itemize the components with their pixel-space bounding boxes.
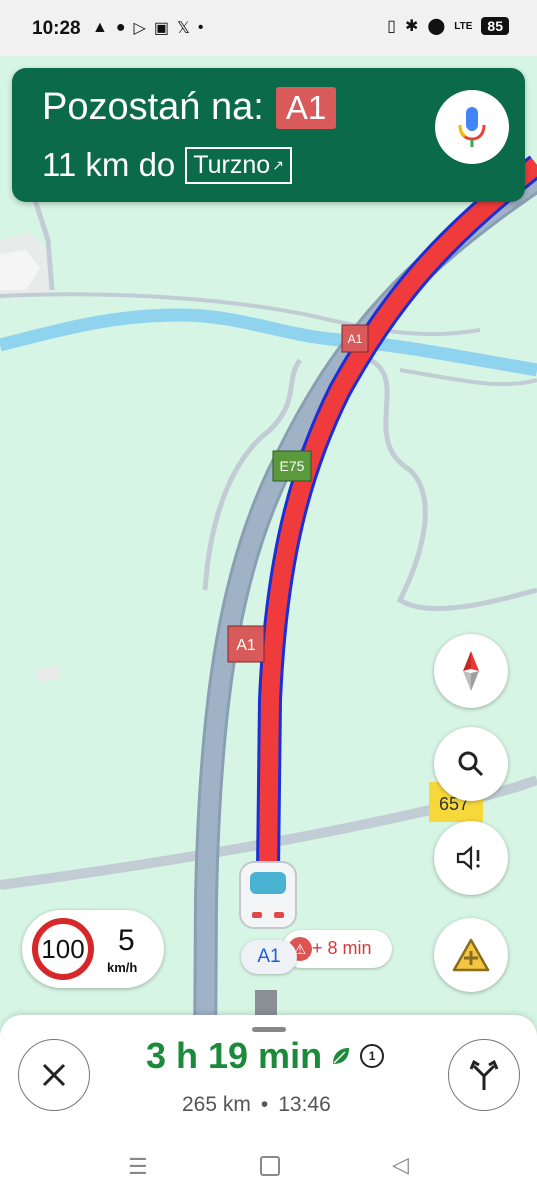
microphone-icon xyxy=(458,107,486,147)
speed-unit: km/h xyxy=(107,960,138,975)
drag-handle[interactable] xyxy=(252,1027,286,1032)
traffic-delay-chip[interactable]: ⚠ + 8 min xyxy=(282,930,392,968)
speed-limit-value: 100 xyxy=(41,933,85,964)
system-icons: ▯ ✱ ⬤ LTE 85 xyxy=(387,16,509,36)
lte-signal-icon: LTE xyxy=(454,20,473,32)
destination-sign: Turzno ↗ xyxy=(185,146,292,184)
arrival-time: 13:46 xyxy=(278,1093,331,1116)
radio-icon: ▣ xyxy=(153,20,169,37)
navigation-arrow-icon: ▲ xyxy=(92,19,108,36)
exit-arrow-icon: ↗ xyxy=(272,156,284,173)
bluetooth-icon: ✱ xyxy=(404,18,419,35)
back-icon[interactable]: ◁ xyxy=(392,1152,409,1178)
sound-alert-icon xyxy=(456,845,480,871)
report-incident-icon xyxy=(452,938,490,972)
distance-row: 11 km do Turzno ↗ xyxy=(42,146,292,184)
instruction-row: Pozostań na: A1 xyxy=(42,86,337,129)
eta-row: 3 h 19 min 1 xyxy=(146,1035,385,1077)
trip-details: 265 km • 13:46 xyxy=(182,1093,331,1117)
system-navigation-bar: ☰ ◁ xyxy=(0,1140,537,1200)
fork-route-icon xyxy=(469,1059,499,1090)
trip-duration: 3 h 19 min xyxy=(146,1035,323,1076)
notification-icons: ▲ ● ▷ ▣ 𝕏 • xyxy=(92,18,203,38)
leaf-icon xyxy=(333,1048,350,1064)
x-logo-icon: 𝕏 xyxy=(176,20,190,37)
trip-distance: 265 km xyxy=(182,1093,251,1116)
distance-text: 11 km do xyxy=(42,146,176,183)
speed-panel: 100 5 km/h xyxy=(22,910,164,988)
compass-button[interactable] xyxy=(434,634,508,708)
destination-name: Turzno xyxy=(193,150,271,179)
toll-badge: 1 xyxy=(360,1044,385,1068)
speed-limit-sign: 100 xyxy=(32,918,94,980)
home-icon[interactable] xyxy=(260,1156,280,1176)
search-button[interactable] xyxy=(434,727,508,801)
instruction-text: Pozostań na: xyxy=(42,86,264,128)
road-shield-a1-mid: A1 xyxy=(227,625,265,663)
navigation-banner[interactable]: Pozostań na: A1 11 km do Turzno ↗ xyxy=(12,68,525,202)
search-icon xyxy=(458,751,484,777)
battery-icon: 85 xyxy=(481,17,509,35)
close-icon xyxy=(42,1063,66,1087)
vibrate-icon: ▯ xyxy=(387,18,396,35)
location-pin-icon: ⬤ xyxy=(427,18,446,35)
chat-bubble-icon: ● xyxy=(115,19,126,36)
current-speed: 5 xyxy=(118,924,135,957)
play-icon: ▷ xyxy=(133,20,146,37)
compass-icon xyxy=(463,651,479,691)
road-label: A1 xyxy=(348,332,363,346)
road-label: E75 xyxy=(280,458,305,474)
current-road-chip: A1 xyxy=(241,940,297,974)
road-shield-a1-top: A1 xyxy=(341,324,369,353)
exit-navigation-button[interactable] xyxy=(18,1039,90,1111)
road-shield: A1 xyxy=(275,86,337,129)
toll-count: 1 xyxy=(368,1049,376,1063)
status-bar: 10:28 ▲ ● ▷ ▣ 𝕏 • ▯ ✱ ⬤ LTE 85 xyxy=(0,0,537,56)
recent-apps-icon[interactable]: ☰ xyxy=(128,1154,148,1180)
report-incident-button[interactable] xyxy=(434,918,508,992)
road-shield-e75: E75 xyxy=(272,450,312,482)
car-position-icon xyxy=(239,861,297,929)
alternate-routes-button[interactable] xyxy=(448,1039,520,1111)
status-time: 10:28 xyxy=(32,18,81,39)
sound-alert-button[interactable] xyxy=(434,821,508,895)
separator: • xyxy=(260,1093,269,1116)
dot-icon: • xyxy=(197,19,204,36)
delay-text: + 8 min xyxy=(312,938,372,958)
road-label: A1 xyxy=(236,637,256,654)
voice-search-button[interactable] xyxy=(435,90,509,164)
